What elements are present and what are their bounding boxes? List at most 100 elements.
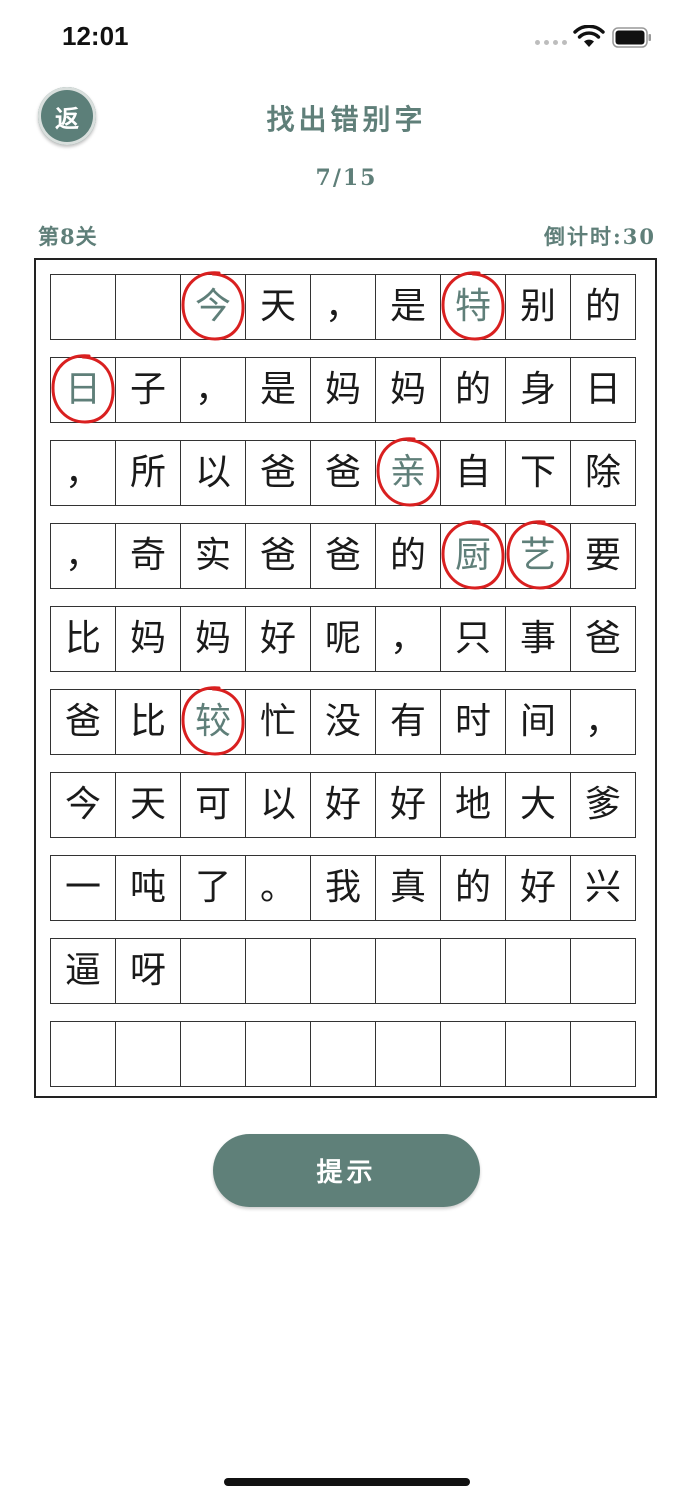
grid-cell[interactable]: 好	[310, 772, 376, 838]
grid-cell-marked[interactable]: 艺	[505, 520, 571, 590]
grid-cell[interactable]	[245, 938, 311, 1004]
grid-cell[interactable]: ，	[180, 357, 246, 423]
grid-cell[interactable]: 日	[570, 357, 636, 423]
grid-cell[interactable]: 子	[115, 357, 181, 423]
grid-cell[interactable]	[375, 1021, 441, 1087]
grid-char: 比	[129, 701, 166, 742]
grid-char: 没	[324, 701, 361, 742]
grid-cell[interactable]: 间	[505, 689, 571, 755]
grid-cell[interactable]: 以	[245, 772, 311, 838]
grid-cell[interactable]: 妈	[310, 357, 376, 423]
grid-cell[interactable]: 自	[440, 440, 506, 506]
grid-cell[interactable]: 要	[570, 523, 636, 589]
grid-cell[interactable]: 是	[375, 274, 441, 340]
grid-char: ，	[194, 369, 231, 410]
grid-cell[interactable]: 爸	[310, 523, 376, 589]
grid-cell[interactable]: 兴	[570, 855, 636, 921]
grid-cell[interactable]	[180, 1021, 246, 1087]
grid-cell[interactable]	[310, 1021, 376, 1087]
grid-cell[interactable]: 以	[180, 440, 246, 506]
grid-cell[interactable]: 吨	[115, 855, 181, 921]
grid-cell[interactable]: 忙	[245, 689, 311, 755]
grid-cell[interactable]: 是	[245, 357, 311, 423]
hint-button[interactable]: 提示	[213, 1134, 480, 1207]
grid-cell[interactable]: 好	[505, 855, 571, 921]
grid-cell[interactable]: 实	[180, 523, 246, 589]
grid-cell[interactable]: 爸	[50, 689, 116, 755]
grid-cell[interactable]	[115, 1021, 181, 1087]
grid-cell[interactable]: 所	[115, 440, 181, 506]
grid-cell[interactable]: ，	[310, 274, 376, 340]
grid-cell[interactable]: 一	[50, 855, 116, 921]
grid-cell-marked[interactable]: 今	[180, 271, 246, 341]
grid-cell[interactable]: 下	[505, 440, 571, 506]
grid-cell[interactable]: 除	[570, 440, 636, 506]
grid-cell[interactable]: 爸	[245, 440, 311, 506]
grid-cell[interactable]: 的	[570, 274, 636, 340]
grid-cell[interactable]: 爸	[245, 523, 311, 589]
grid-cell[interactable]: ，	[570, 689, 636, 755]
grid-char: 身	[519, 369, 556, 410]
grid-cell[interactable]: ，	[375, 606, 441, 672]
grid-cell[interactable]	[50, 1021, 116, 1087]
grid-cell[interactable]: 事	[505, 606, 571, 672]
grid-cell[interactable]: 身	[505, 357, 571, 423]
grid-cell[interactable]: 别	[505, 274, 571, 340]
grid-cell[interactable]: 天	[115, 772, 181, 838]
grid-cell[interactable]: 真	[375, 855, 441, 921]
grid-char: 是	[389, 286, 426, 327]
grid-cell[interactable]: 我	[310, 855, 376, 921]
grid-cell[interactable]: 了	[180, 855, 246, 921]
grid-cell[interactable]	[505, 1021, 571, 1087]
grid-cell[interactable]	[115, 274, 181, 340]
grid-cell[interactable]: 可	[180, 772, 246, 838]
grid-cell-marked[interactable]: 亲	[375, 437, 441, 507]
grid-cell[interactable]: 有	[375, 689, 441, 755]
grid-cell[interactable]	[570, 938, 636, 1004]
grid-cell-marked[interactable]: 日	[50, 354, 116, 424]
grid-cell[interactable]	[505, 938, 571, 1004]
grid-cell[interactable]	[440, 1021, 506, 1087]
grid-cell[interactable]: 的	[440, 855, 506, 921]
grid-cell[interactable]	[180, 938, 246, 1004]
grid-cell[interactable]: 逼	[50, 938, 116, 1004]
grid-char: 下	[519, 452, 556, 493]
grid-cell[interactable]: 只	[440, 606, 506, 672]
grid-cell[interactable]	[50, 274, 116, 340]
grid-cell[interactable]: 好	[245, 606, 311, 672]
grid-cell[interactable]: 的	[375, 523, 441, 589]
grid-cell[interactable]: 比	[50, 606, 116, 672]
grid-cell[interactable]: 没	[310, 689, 376, 755]
grid-cell-marked[interactable]: 厨	[440, 520, 506, 590]
status-bar: 12:01	[0, 0, 693, 76]
grid-cell[interactable]: 呀	[115, 938, 181, 1004]
grid-char: 奇	[129, 535, 166, 576]
grid-cell[interactable]: 大	[505, 772, 571, 838]
grid-cell-marked[interactable]: 特	[440, 271, 506, 341]
grid-cell[interactable]: 妈	[180, 606, 246, 672]
grid-cell[interactable]: 妈	[375, 357, 441, 423]
grid-cell[interactable]: 的	[440, 357, 506, 423]
grid-cell[interactable]: 时	[440, 689, 506, 755]
grid-cell[interactable]: 妈	[115, 606, 181, 672]
grid-cell[interactable]: 奇	[115, 523, 181, 589]
grid-cell[interactable]: 爸	[570, 606, 636, 672]
grid-cell[interactable]: 比	[115, 689, 181, 755]
grid-cell[interactable]: 呢	[310, 606, 376, 672]
grid-cell[interactable]: 地	[440, 772, 506, 838]
grid-cell[interactable]	[440, 938, 506, 1004]
grid-cell-marked[interactable]: 较	[180, 686, 246, 756]
grid-cell[interactable]: 今	[50, 772, 116, 838]
grid-cell[interactable]: ，	[50, 440, 116, 506]
grid-cell[interactable]	[310, 938, 376, 1004]
grid-cell[interactable]	[570, 1021, 636, 1087]
grid-cell[interactable]: 天	[245, 274, 311, 340]
grid-char: 妈	[129, 618, 166, 659]
grid-cell[interactable]: 爹	[570, 772, 636, 838]
grid-cell[interactable]: ，	[50, 523, 116, 589]
grid-cell[interactable]	[375, 938, 441, 1004]
grid-cell[interactable]: 。	[245, 855, 311, 921]
grid-cell[interactable]: 爸	[310, 440, 376, 506]
grid-cell[interactable]: 好	[375, 772, 441, 838]
grid-cell[interactable]	[245, 1021, 311, 1087]
